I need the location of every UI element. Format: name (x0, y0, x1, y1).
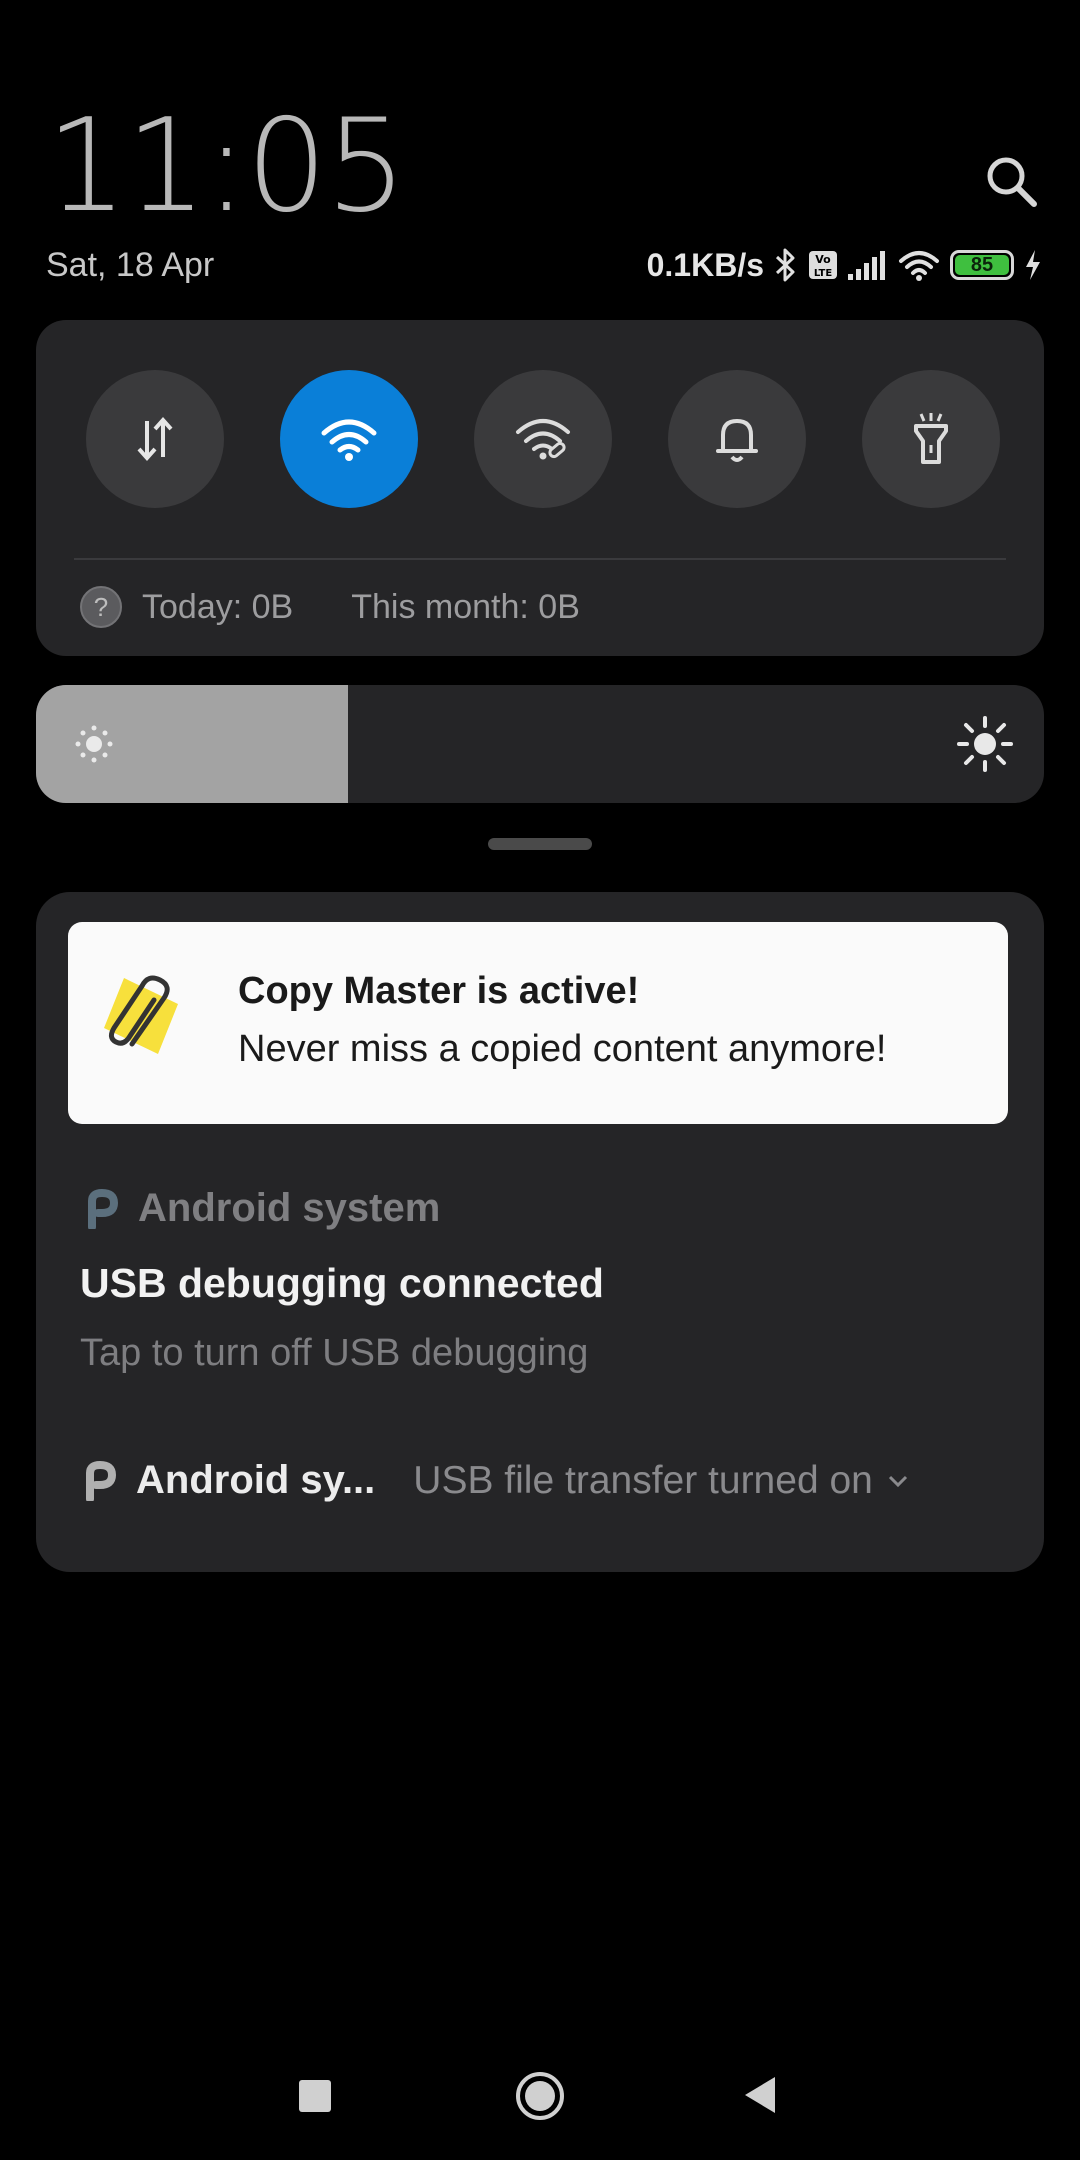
hotspot-toggle[interactable] (474, 370, 612, 508)
bell-icon (716, 419, 758, 462)
flashlight-icon (914, 413, 948, 464)
svg-text:LTE: LTE (814, 268, 833, 279)
charging-icon (1026, 250, 1040, 280)
notification-text: Never miss a copied content anymore! (238, 1028, 887, 1070)
sound-toggle[interactable] (668, 370, 806, 508)
copy-master-notification[interactable]: Copy Master is active! Never miss a copi… (68, 922, 1008, 1124)
notification-header: Android system (86, 1186, 440, 1231)
status-icons: 0.1KB/s Vo LTE 85 (647, 242, 1042, 288)
signal-icon (848, 251, 885, 280)
divider (74, 558, 1006, 560)
back-button[interactable] (742, 2075, 778, 2115)
usb-debugging-title[interactable]: USB debugging connected (80, 1260, 604, 1307)
quick-settings-tiles (86, 370, 1000, 508)
app-name: Android system (138, 1186, 441, 1230)
paperclip-icon (104, 975, 178, 1054)
date[interactable]: Sat, 18 Apr (46, 246, 214, 285)
wifi-icon (899, 251, 939, 281)
chevron-down-icon[interactable] (887, 1474, 909, 1488)
notification-title: Copy Master is active! (238, 970, 640, 1012)
network-speed: 0.1KB/s (646, 246, 764, 283)
usb-debugging-text[interactable]: Tap to turn off USB debugging (80, 1332, 588, 1375)
bluetooth-icon (775, 248, 795, 282)
home-button[interactable] (515, 2071, 565, 2121)
clock[interactable]: 11:05 (46, 92, 407, 241)
data-transfer-icon (137, 416, 173, 462)
battery-level: 85 (970, 253, 994, 276)
android-system-icon (86, 1460, 117, 1501)
mobile-data-toggle[interactable] (86, 370, 224, 508)
notification-shade: 11:05 Sat, 18 Apr 0.1KB/s Vo LTE 85 ? To… (0, 0, 1080, 2160)
brightness-high-icon (957, 716, 1013, 772)
recents-button[interactable] (299, 2080, 331, 2112)
usb-transfer-notification[interactable]: Android sy... USB file transfer turned o… (84, 1458, 1004, 1503)
notification-panel: Copy Master is active! Never miss a copi… (36, 892, 1044, 1572)
wifi-link-icon (516, 419, 570, 460)
wifi-icon (321, 419, 377, 461)
usb-transfer-text: USB file transfer turned on (413, 1458, 873, 1502)
volte-icon: Vo LTE (809, 251, 837, 279)
data-month: This month: 0B (351, 587, 580, 626)
android-system-icon (88, 1188, 119, 1229)
search-icon[interactable] (982, 152, 1040, 210)
drag-handle[interactable] (488, 838, 592, 850)
data-today: Today: 0B (142, 587, 294, 626)
brightness-low-icon (75, 725, 113, 763)
brightness-slider[interactable] (36, 685, 1044, 803)
help-icon: ? (80, 586, 122, 628)
app-name: Android sy... (136, 1458, 376, 1502)
svg-text:Vo: Vo (815, 253, 831, 266)
quick-settings-panel: ? Today: 0B This month: 0B (36, 320, 1044, 656)
data-usage[interactable]: ? Today: 0B This month: 0B (80, 586, 580, 628)
flashlight-toggle[interactable] (862, 370, 1000, 508)
battery-icon: 85 (950, 250, 1014, 280)
wifi-toggle[interactable] (280, 370, 418, 508)
